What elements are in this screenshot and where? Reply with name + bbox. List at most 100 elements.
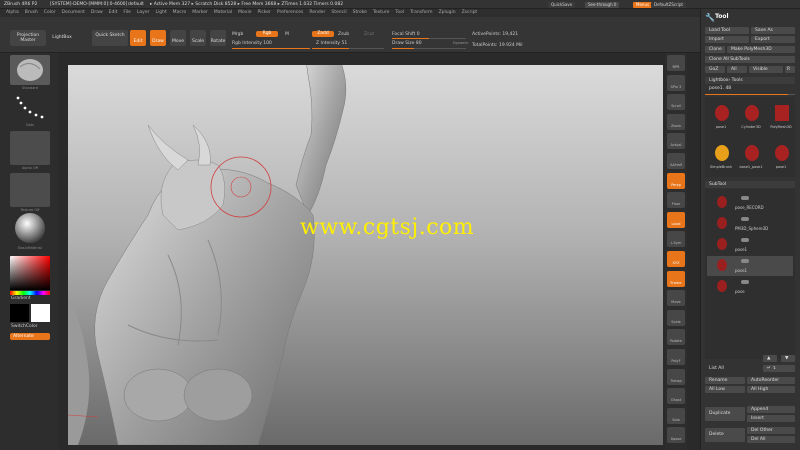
- menu-item[interactable]: Macro: [173, 10, 187, 15]
- lightbox-tools-button[interactable]: Lightbox› Tools: [705, 77, 795, 84]
- menus-button[interactable]: Menus: [633, 2, 653, 8]
- shelf-button-aahalf[interactable]: AAHalf: [667, 153, 685, 169]
- m-toggle[interactable]: M: [285, 32, 289, 37]
- delete-button[interactable]: Delete: [705, 428, 745, 442]
- menu-item[interactable]: Transform: [410, 10, 432, 15]
- quick-sketch-button[interactable]: Quick Sketch: [92, 30, 128, 46]
- menu-item[interactable]: Light: [155, 10, 166, 15]
- shelf-button-move[interactable]: Move: [667, 290, 685, 307]
- move-mode-button[interactable]: Move: [170, 30, 186, 46]
- mrgb-toggle[interactable]: Mrgb: [232, 32, 243, 37]
- rotate-mode-button[interactable]: Rotate: [210, 30, 226, 46]
- rgb-intensity-track[interactable]: [232, 48, 310, 49]
- z-intensity-track[interactable]: [312, 48, 384, 49]
- hue-strip[interactable]: [10, 291, 50, 295]
- draw-size-slider[interactable]: Draw Size 80: [392, 41, 422, 46]
- subtool-arrows-button[interactable]: ↵ ↴: [763, 365, 795, 372]
- tool-thumbnail[interactable]: SimpleBrush: [707, 139, 735, 177]
- shelf-button-local[interactable]: Local: [667, 211, 685, 228]
- visibility-eye-icon[interactable]: [741, 217, 749, 221]
- main-color-swatch[interactable]: [10, 304, 29, 322]
- document-canvas[interactable]: www.cgtsj.com: [68, 65, 663, 445]
- menu-item[interactable]: File: [123, 10, 131, 15]
- shelf-button-floor[interactable]: Floor: [667, 192, 685, 209]
- goz-button[interactable]: GoZ: [705, 66, 725, 73]
- zcut-toggle[interactable]: Zcut: [364, 32, 374, 37]
- goz-r-button[interactable]: R: [785, 66, 795, 73]
- brush-thumbnail[interactable]: [10, 55, 50, 85]
- menu-item[interactable]: Texture: [373, 10, 389, 15]
- menu-item[interactable]: Brush: [25, 10, 38, 15]
- subtool-row[interactable]: pose1: [707, 256, 793, 276]
- zadd-toggle[interactable]: Zadd: [312, 31, 334, 37]
- shelf-button-scroll[interactable]: Scroll: [667, 94, 685, 111]
- auto-reorder-button[interactable]: AutoReorder: [747, 377, 795, 384]
- tool-thumbnail[interactable]: pose1: [707, 99, 735, 137]
- clone-button[interactable]: Clone: [705, 46, 725, 53]
- stroke-thumbnail[interactable]: [10, 92, 50, 122]
- rgb-toggle[interactable]: Rgb: [256, 31, 278, 37]
- menu-item[interactable]: Document: [62, 10, 85, 15]
- subtool-row[interactable]: pose_RECORD: [707, 193, 793, 213]
- goz-visible-button[interactable]: Visible: [749, 66, 783, 73]
- menu-item[interactable]: Zscript: [462, 10, 478, 15]
- del-all-button[interactable]: Del All: [747, 436, 795, 443]
- all-low-button[interactable]: All Low: [705, 386, 745, 393]
- goz-all-button[interactable]: All: [727, 66, 747, 73]
- color-picker[interactable]: [10, 256, 50, 290]
- visibility-eye-icon[interactable]: [741, 259, 749, 263]
- menu-item[interactable]: Marker: [192, 10, 208, 15]
- focal-shift-slider[interactable]: Focal Shift 0: [392, 32, 420, 37]
- menu-item[interactable]: Stencil: [331, 10, 346, 15]
- visibility-eye-icon[interactable]: [741, 196, 749, 200]
- shelf-button-solo[interactable]: Solo: [667, 407, 685, 424]
- menu-item[interactable]: Draw: [91, 10, 103, 15]
- z-intensity-slider[interactable]: Z Intensity 51: [316, 41, 347, 46]
- shelf-button-transp[interactable]: Transp: [667, 368, 685, 385]
- draw-mode-button[interactable]: Draw: [150, 30, 166, 46]
- duplicate-button[interactable]: Duplicate: [705, 407, 745, 421]
- shelf-button-scale[interactable]: Scale: [667, 309, 685, 326]
- menu-item[interactable]: Tool: [395, 10, 404, 15]
- shelf-button-xyz[interactable]: XYZ: [667, 251, 685, 267]
- secondary-color-swatch[interactable]: [31, 304, 50, 322]
- shelf-button-bpr[interactable]: BPR: [667, 55, 685, 71]
- load-tool-button[interactable]: Load Tool: [705, 27, 749, 34]
- menu-item[interactable]: Zplugin: [439, 10, 456, 15]
- menu-item[interactable]: Movie: [238, 10, 251, 15]
- tool-thumbnail[interactable]: base1_pose1: [737, 139, 765, 177]
- menu-item[interactable]: Layer: [137, 10, 150, 15]
- shelf-button-frame[interactable]: Frame: [667, 270, 685, 287]
- edit-mode-button[interactable]: Edit: [130, 30, 146, 46]
- material-thumbnail[interactable]: [10, 211, 50, 245]
- clone-all-subtools-button[interactable]: Clone All SubTools: [705, 56, 795, 63]
- append-button[interactable]: Append: [747, 406, 795, 413]
- shelf-button-ghost[interactable]: Ghost: [667, 388, 685, 405]
- shelf-button-l-sym[interactable]: L.Sym: [667, 231, 685, 248]
- see-through-slider[interactable]: See-through 0: [585, 2, 620, 8]
- shelf-button-zoom[interactable]: Zoom: [667, 113, 685, 130]
- tool-thumbnail[interactable]: PolyMesh3D: [767, 99, 795, 137]
- subtool-row[interactable]: PM3D_Sphere3D: [707, 214, 793, 234]
- list-all-button[interactable]: List All: [705, 365, 735, 372]
- rgb-intensity-slider[interactable]: Rgb Intensity 100: [232, 41, 272, 46]
- rename-button[interactable]: Rename: [705, 377, 745, 384]
- shelf-button-polyf[interactable]: PolyF: [667, 349, 685, 365]
- subtool-up-button[interactable]: ▲: [763, 355, 777, 362]
- zsub-toggle[interactable]: Zsub: [338, 32, 349, 37]
- export-button[interactable]: Export: [751, 36, 795, 43]
- lightbox-button[interactable]: LightBox: [48, 30, 76, 46]
- subtool-down-button[interactable]: ▼: [781, 355, 795, 362]
- shelf-button-persp[interactable]: Persp: [667, 172, 685, 189]
- default-zscript-button[interactable]: DefaultZScript: [651, 2, 686, 8]
- subtool-row[interactable]: pose: [707, 277, 793, 297]
- alpha-thumbnail[interactable]: [10, 131, 50, 165]
- shelf-button-xpose[interactable]: Xpose: [667, 427, 685, 444]
- menu-item[interactable]: Preferences: [277, 10, 303, 15]
- menu-item[interactable]: Picker: [257, 10, 270, 15]
- shelf-button-rotate[interactable]: Rotate: [667, 329, 685, 346]
- current-tool-slider[interactable]: pose1. 48: [705, 86, 795, 93]
- insert-button[interactable]: Insert: [747, 415, 795, 422]
- scale-mode-button[interactable]: Scale: [190, 30, 206, 46]
- switch-color-button[interactable]: SwitchColor: [11, 324, 38, 329]
